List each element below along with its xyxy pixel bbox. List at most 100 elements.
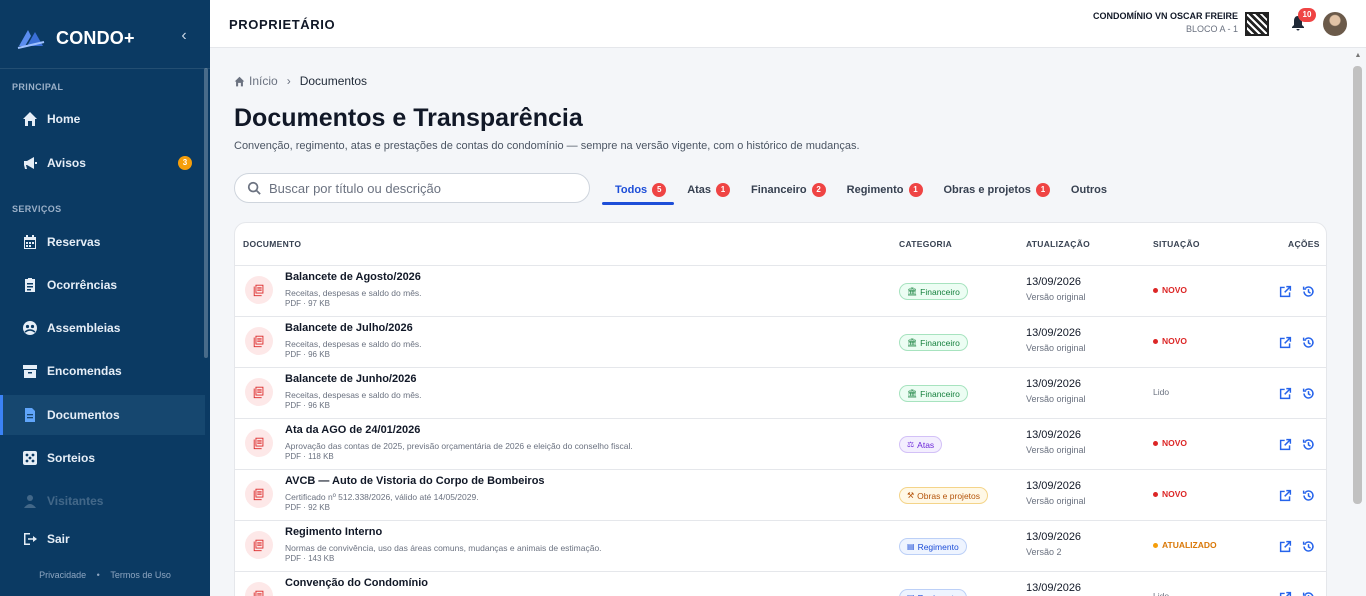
sidebar-item-reservas[interactable]: Reservas xyxy=(0,222,205,262)
condo-name: CONDOMÍNIO VN OSCAR FREIRE xyxy=(1092,11,1238,21)
sidebar-item-label: Assembleias xyxy=(47,321,121,335)
document-title[interactable]: Balancete de Junho/2026 xyxy=(285,373,416,385)
document-title[interactable]: AVCB — Auto de Vistoria do Corpo de Bomb… xyxy=(285,475,545,487)
history-icon[interactable] xyxy=(1302,540,1315,553)
table-row[interactable]: Regimento Interno Normas de convivência, … xyxy=(235,521,1326,572)
group-icon xyxy=(22,320,38,336)
condo-selector[interactable]: CONDOMÍNIO VN OSCAR FREIRE BLOCO A - 1 xyxy=(1093,11,1238,34)
sidebar-item-home[interactable]: Home xyxy=(0,99,205,139)
tab-label: Outros xyxy=(1070,184,1107,196)
open-external-icon[interactable] xyxy=(1279,540,1292,553)
calendar-icon xyxy=(22,234,38,250)
status-badge: NOVO xyxy=(1153,489,1187,499)
column-header-situacao: SITUAÇÃO xyxy=(1153,239,1200,249)
category-icon: 🏛 xyxy=(907,287,918,296)
logo-icon xyxy=(17,30,45,49)
open-external-icon[interactable] xyxy=(1279,285,1292,298)
open-external-icon[interactable] xyxy=(1279,489,1292,502)
visitor-icon xyxy=(22,493,38,509)
sidebar-item-visitantes[interactable]: Visitantes xyxy=(0,481,205,521)
qr-code-icon[interactable] xyxy=(1245,12,1269,36)
open-external-icon[interactable] xyxy=(1279,438,1292,451)
tab-count-badge: 1 xyxy=(1035,183,1050,197)
pdf-file-icon xyxy=(245,429,273,457)
document-title[interactable]: Balancete de Julho/2026 xyxy=(285,322,413,334)
version-label: Versão 2 xyxy=(1026,547,1062,557)
table-row[interactable]: Convenção do Condomínio ▤Regimento 13/09/2… xyxy=(235,572,1326,596)
status-label: NOVO xyxy=(1162,285,1188,295)
category-label: Regimento xyxy=(917,541,959,552)
sidebar-item-assembleias[interactable]: Assembleias xyxy=(0,308,205,348)
breadcrumb-home-link[interactable]: Início xyxy=(249,74,278,88)
tab-regimento[interactable]: Regimento 1 xyxy=(834,176,931,204)
document-title[interactable]: Convenção do Condomínio xyxy=(285,577,428,589)
updated-date: 13/09/2026 xyxy=(1026,327,1082,339)
search-box[interactable] xyxy=(234,173,590,203)
tab-financeiro[interactable]: Financeiro 2 xyxy=(738,176,834,204)
notifications-count-badge: 10 xyxy=(1298,8,1316,22)
breadcrumb-separator: › xyxy=(286,74,291,88)
tab-atas[interactable]: Atas 1 xyxy=(674,176,738,204)
page-role-title: PROPRIETÁRIO xyxy=(229,17,336,32)
tab-obras-e-projetos[interactable]: Obras e projetos 1 xyxy=(931,176,1058,204)
table-row[interactable]: Balancete de Agosto/2026 Receitas, despes… xyxy=(235,266,1326,317)
logout-button[interactable]: Sair xyxy=(0,519,205,559)
table-row[interactable]: Balancete de Junho/2026 Receitas, despesa… xyxy=(235,368,1326,419)
table-row[interactable]: Balancete de Julho/2026 Receitas, despesa… xyxy=(235,317,1326,368)
sidebar-item-documentos[interactable]: Documentos xyxy=(0,395,205,435)
document-description: Aprovação das contas de 2025, previsão o… xyxy=(285,441,633,451)
category-label: Obras e projetos xyxy=(917,490,981,501)
table-row[interactable]: Ata da AGO de 24/01/2026 Aprovação das co… xyxy=(235,419,1326,470)
tab-outros[interactable]: Outros xyxy=(1058,176,1115,204)
sidebar-item-ocorrencias[interactable]: Ocorrências xyxy=(0,265,205,305)
document-description: Receitas, despesas e saldo do mês. xyxy=(285,288,422,298)
document-description: Certificado nº 512.338/2026, válido até … xyxy=(285,492,479,502)
history-icon[interactable] xyxy=(1302,438,1315,451)
pdf-file-icon xyxy=(245,531,273,559)
document-file-info: PDF · 143 KB xyxy=(285,554,335,563)
avatar[interactable] xyxy=(1323,12,1347,36)
terms-link[interactable]: Termos de Uso xyxy=(110,570,171,580)
history-icon[interactable] xyxy=(1302,387,1315,400)
table-body: Balancete de Agosto/2026 Receitas, despes… xyxy=(235,266,1326,596)
version-label: Versão original xyxy=(1026,394,1086,404)
status-dot xyxy=(1153,491,1158,497)
sidebar-item-label: Home xyxy=(47,112,81,126)
history-icon[interactable] xyxy=(1302,591,1315,596)
open-external-icon[interactable] xyxy=(1279,336,1292,349)
column-header-categoria: CATEGORIA xyxy=(899,239,953,249)
updated-date: 13/09/2026 xyxy=(1026,480,1082,492)
document-file-info: PDF · 118 KB xyxy=(285,452,334,461)
history-icon[interactable] xyxy=(1302,336,1315,349)
sidebar-item-encomendas[interactable]: Encomendas xyxy=(0,351,205,391)
sidebar-item-avisos[interactable]: Avisos 3 xyxy=(0,143,205,183)
document-title[interactable]: Regimento Interno xyxy=(285,526,382,538)
privacy-link[interactable]: Privacidade xyxy=(39,570,86,580)
document-title[interactable]: Balancete de Agosto/2026 xyxy=(285,271,421,283)
brand[interactable]: CONDO+ xyxy=(16,22,135,54)
collapse-sidebar-icon[interactable]: ‹ xyxy=(176,28,192,44)
document-title[interactable]: Ata da AGO de 24/01/2026 xyxy=(285,424,420,436)
status-label: NOVO xyxy=(1162,438,1188,448)
megaphone-icon xyxy=(22,155,38,171)
tab-label: Atas xyxy=(687,184,712,196)
page-scrollbar[interactable] xyxy=(1353,66,1362,504)
category-label: Regimento xyxy=(918,593,959,596)
tab-count-badge: 1 xyxy=(908,183,923,197)
status-badge: NOVO xyxy=(1153,336,1187,346)
updated-date: 13/09/2026 xyxy=(1026,429,1082,441)
sidebar-item-sorteios[interactable]: Sorteios xyxy=(0,438,205,478)
tab-count-badge: 5 xyxy=(652,183,667,197)
column-header-acoes: AÇÕES xyxy=(1288,239,1320,249)
category-badge: 🏛 Financeiro xyxy=(899,283,968,300)
condo-unit: BLOCO A - 1 xyxy=(1185,24,1238,34)
open-external-icon[interactable] xyxy=(1279,387,1292,400)
search-input[interactable] xyxy=(269,180,569,196)
history-icon[interactable] xyxy=(1302,489,1315,502)
table-row[interactable]: AVCB — Auto de Vistoria do Corpo de Bomb… xyxy=(235,470,1326,521)
tab-todos[interactable]: Todos 5 xyxy=(602,176,675,205)
open-external-icon[interactable] xyxy=(1279,591,1292,596)
sidebar-item-label: Encomendas xyxy=(47,364,122,378)
scroll-up-arrow-icon[interactable]: ▲ xyxy=(1354,52,1362,60)
history-icon[interactable] xyxy=(1302,285,1315,298)
